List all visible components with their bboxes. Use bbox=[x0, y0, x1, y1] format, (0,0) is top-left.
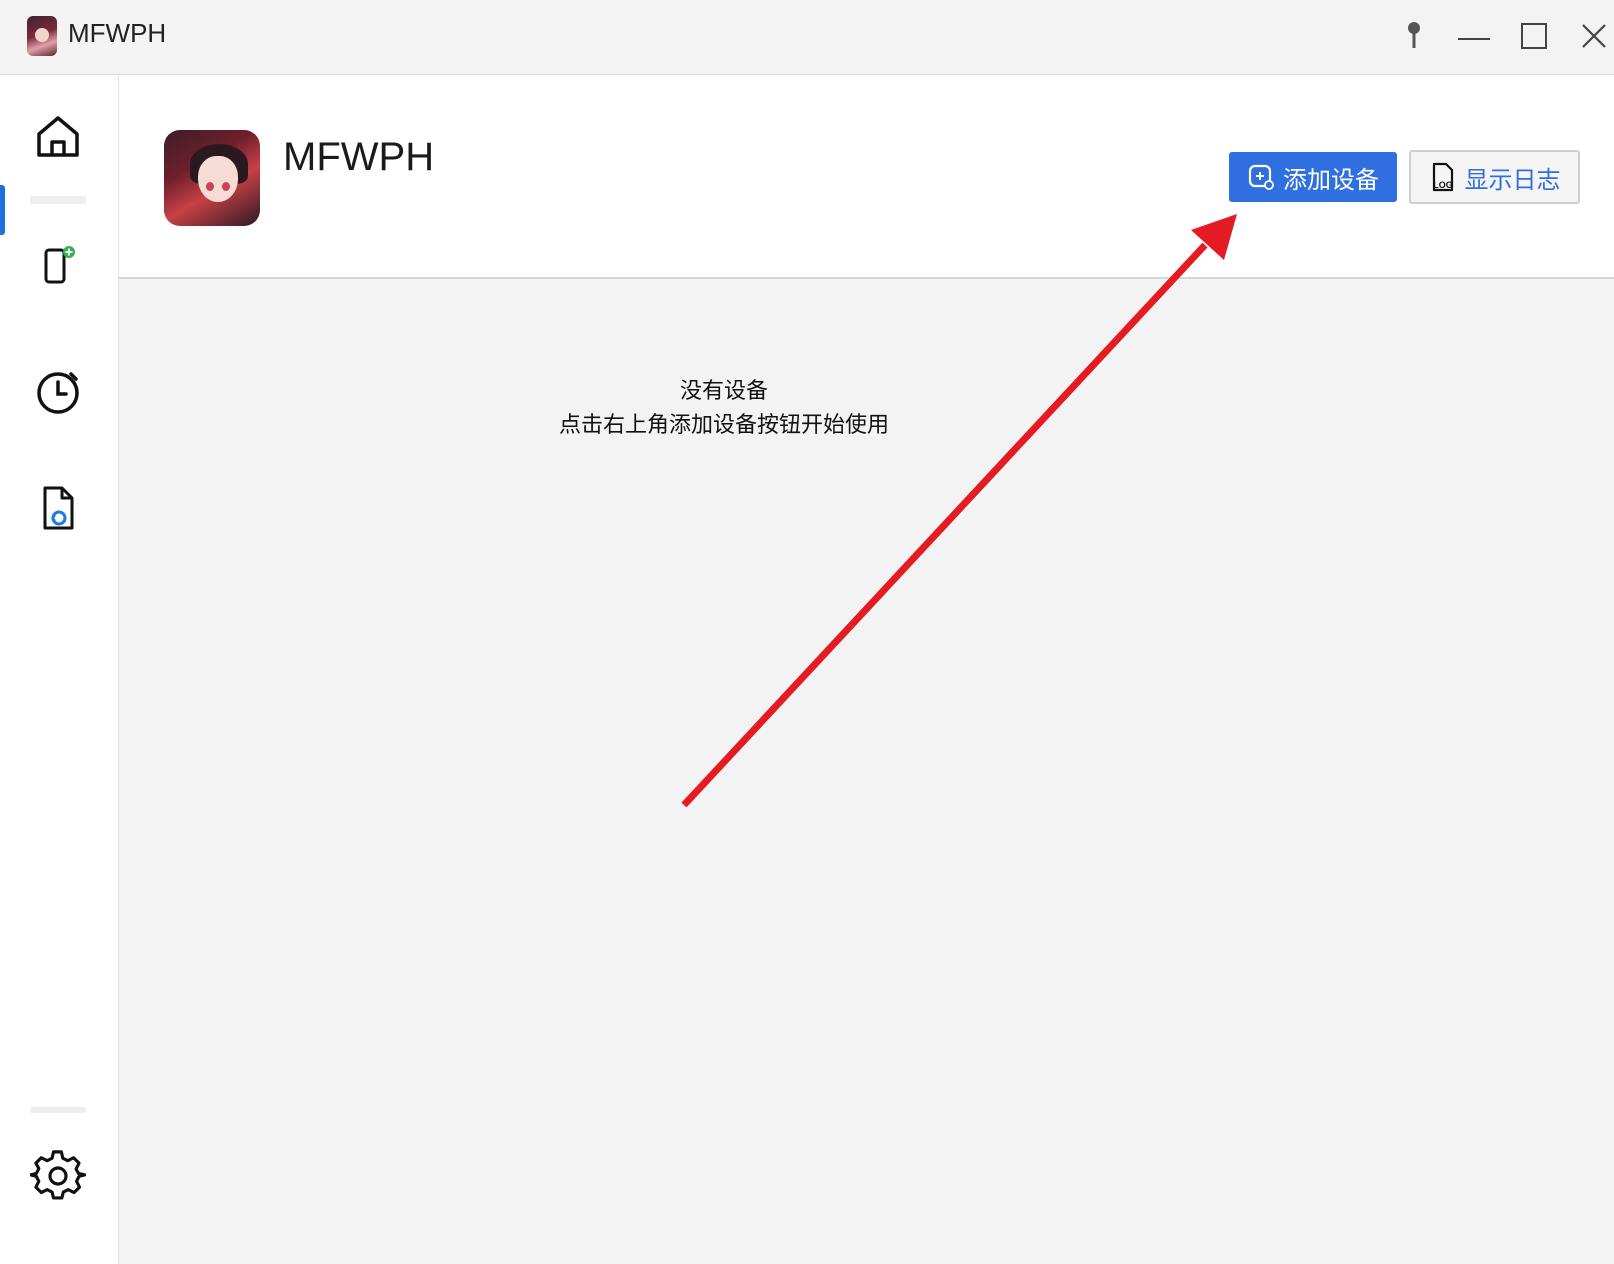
log-icon-text: LOG bbox=[1433, 180, 1453, 190]
gear-icon[interactable] bbox=[28, 1147, 87, 1203]
pin-icon[interactable] bbox=[1392, 14, 1436, 58]
title-bar: MFWPH bbox=[0, 0, 1614, 75]
show-log-label: 显示日志 bbox=[1464, 165, 1561, 194]
app-icon bbox=[27, 16, 57, 56]
sidebar-bottom-divider bbox=[30, 1107, 86, 1113]
empty-state: 没有设备 点击右上角添加设备按钮开始使用 bbox=[119, 375, 1614, 443]
maximize-icon[interactable] bbox=[1512, 14, 1556, 58]
app-avatar bbox=[164, 130, 260, 226]
minimize-icon[interactable] bbox=[1452, 14, 1496, 58]
empty-state-hint: 点击右上角添加设备按钮开始使用 bbox=[558, 413, 889, 438]
header-panel: MFWPH 添加设备 LOG 显示日志 bbox=[119, 75, 1614, 279]
sidebar-divider bbox=[30, 196, 86, 204]
home-icon[interactable] bbox=[30, 108, 86, 164]
sidebar bbox=[0, 75, 119, 1264]
window-title: MFWPH bbox=[68, 18, 167, 48]
file-sync-icon[interactable] bbox=[30, 480, 86, 536]
log-file-icon: LOG bbox=[1432, 162, 1453, 192]
add-device-label: 添加设备 bbox=[1283, 165, 1379, 194]
page-title: MFWPH bbox=[283, 135, 435, 179]
phone-add-icon[interactable] bbox=[30, 240, 86, 296]
add-device-icon bbox=[1248, 164, 1274, 190]
show-log-button[interactable]: LOG 显示日志 bbox=[1409, 150, 1580, 204]
empty-state-title: 没有设备 bbox=[679, 379, 768, 404]
active-nav-indicator bbox=[0, 185, 5, 235]
close-icon[interactable] bbox=[1572, 14, 1614, 58]
add-device-button[interactable]: 添加设备 bbox=[1229, 152, 1397, 202]
